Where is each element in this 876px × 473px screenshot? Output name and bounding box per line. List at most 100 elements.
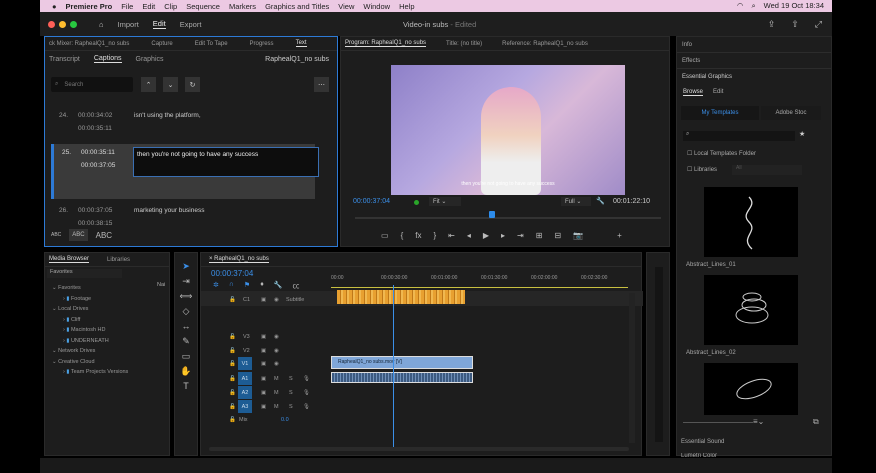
tree-item[interactable]: ⌄ Network Drives: [49, 346, 149, 357]
menu-file[interactable]: File: [121, 2, 133, 11]
caption-row[interactable]: 24. 00:00:34:02 00:00:35:11 isn't using the…: [51, 107, 315, 137]
search-icon[interactable]: ⌕: [751, 1, 755, 11]
pen-tool-icon[interactable]: ✎: [178, 336, 194, 350]
solo-button[interactable]: S: [289, 390, 293, 396]
menu-window[interactable]: Window: [363, 2, 390, 11]
section-effects[interactable]: Effects: [677, 53, 831, 69]
section-essential-graphics[interactable]: Essential Graphics: [677, 69, 831, 85]
wifi-icon[interactable]: ◠: [737, 1, 744, 11]
template-search-input[interactable]: ⌕: [683, 131, 795, 141]
refresh-icon[interactable]: ↻: [185, 77, 200, 92]
thumbnail-size-slider[interactable]: [683, 422, 753, 423]
hand-tool-icon[interactable]: ✋: [178, 366, 194, 380]
caption-text-input[interactable]: then you're not going to have any succes…: [133, 147, 319, 177]
video-frame[interactable]: then you're not going to have any succes…: [391, 65, 625, 195]
tab-sequence[interactable]: × RaphealQ1_no subs: [209, 256, 269, 263]
solo-button[interactable]: S: [289, 404, 293, 410]
overwrite-icon[interactable]: ⊟: [554, 231, 561, 240]
caption-row-selected[interactable]: 25. 00:00:35:11 00:00:37:05 then you're no…: [51, 144, 319, 199]
mic-icon[interactable]: 🎙: [303, 404, 310, 410]
tab-progress[interactable]: Progress: [250, 41, 274, 47]
nav-edit[interactable]: Edit: [152, 19, 166, 29]
tree-item[interactable]: › ▮ Cliff: [49, 315, 149, 326]
captions-icon[interactable]: ㏄: [292, 281, 299, 291]
fullscreen-icon[interactable]: ⤢: [815, 19, 822, 30]
zoom-dropdown[interactable]: Fit ⌄: [429, 197, 461, 206]
razor-tool-icon[interactable]: ◇: [178, 306, 194, 320]
mic-icon[interactable]: 🎙: [303, 376, 310, 382]
target-v1[interactable]: V1: [238, 357, 252, 370]
export-frame-icon[interactable]: 📷: [573, 231, 583, 240]
home-icon[interactable]: ⌂: [99, 20, 104, 29]
target-a1[interactable]: A1: [238, 372, 252, 385]
sync-icon[interactable]: ▣: [261, 297, 266, 303]
playhead-line[interactable]: [393, 285, 395, 450]
go-to-out-icon[interactable]: ⇥: [517, 231, 524, 240]
type-tool-icon[interactable]: T: [178, 381, 194, 395]
slip-tool-icon[interactable]: ↔: [178, 321, 194, 335]
minimize-window-button[interactable]: [59, 20, 66, 28]
target-a2[interactable]: A2: [238, 386, 252, 399]
location-dropdown[interactable]: Favorites: [47, 269, 122, 278]
menu-help[interactable]: Help: [399, 2, 414, 11]
template-thumbnail[interactable]: [704, 363, 798, 415]
tree-item[interactable]: › ▮ Macintosh HD: [49, 325, 149, 336]
close-window-button[interactable]: [48, 20, 55, 28]
tab-captions[interactable]: Captions: [93, 55, 122, 63]
tab-libraries[interactable]: Libraries: [107, 257, 130, 263]
nav-import[interactable]: Import: [118, 20, 139, 29]
eye-icon[interactable]: ◉: [274, 297, 279, 303]
section-essential-sound[interactable]: Essential Sound: [681, 439, 724, 445]
tab-title[interactable]: Title: (no title): [446, 41, 482, 47]
mute-button[interactable]: M: [274, 376, 279, 382]
audio-clip[interactable]: [331, 372, 473, 383]
insert-icon[interactable]: ⊞: [536, 231, 543, 240]
tree-item[interactable]: ⌄ Creative Cloud: [49, 357, 149, 368]
caption-row[interactable]: 26. 00:00:37:05 00:00:38:15 marketing your …: [51, 202, 315, 232]
nav-export[interactable]: Export: [180, 20, 202, 29]
local-templates-checkbox[interactable]: ☐ Local Templates Folder: [687, 150, 756, 157]
tab-text[interactable]: Text: [295, 40, 307, 47]
favorite-star-icon[interactable]: ★: [799, 130, 805, 138]
menu-app[interactable]: Premiere Pro: [66, 2, 113, 11]
target-a3[interactable]: A3: [238, 400, 252, 413]
sort-menu-icon[interactable]: ≡⌄: [753, 417, 764, 426]
solo-button[interactable]: S: [289, 376, 293, 382]
program-timecode[interactable]: 00:00:37:04: [353, 198, 390, 205]
caption-search-input[interactable]: ⌕ Search: [51, 77, 133, 92]
case-small-button[interactable]: ABC: [51, 232, 61, 238]
tab-audio-mixer[interactable]: ck Mixer: RaphealQ1_no subs: [49, 41, 129, 47]
selection-tool-icon[interactable]: ➤: [178, 261, 194, 275]
tab-graphics[interactable]: Graphics: [136, 56, 164, 63]
libraries-checkbox[interactable]: ☐ Libraries: [687, 166, 717, 173]
safe-margins-icon[interactable]: ▭: [381, 231, 389, 240]
mix-volume[interactable]: 0.0: [281, 417, 289, 423]
work-area-bar[interactable]: [331, 287, 628, 288]
snap-icon[interactable]: ∩: [229, 281, 234, 291]
case-medium-button[interactable]: ABC: [69, 229, 88, 241]
lock-icon[interactable]: 🔓: [229, 334, 236, 340]
menu-sequence[interactable]: Sequence: [186, 2, 220, 11]
tab-media-browser[interactable]: Media Browser: [49, 256, 90, 263]
settings-wrench-icon[interactable]: 🔧: [596, 197, 605, 205]
play-icon[interactable]: ▶: [483, 231, 489, 240]
tab-edit-to-tape[interactable]: Edit To Tape: [195, 41, 228, 47]
mark-out-icon[interactable]: }: [433, 231, 436, 240]
clock[interactable]: Wed 19 Oct 18:34: [764, 1, 824, 11]
track-select-tool-icon[interactable]: ⇥: [178, 276, 194, 290]
vertical-scrollbar[interactable]: [629, 293, 635, 443]
add-button-icon[interactable]: +: [617, 231, 622, 240]
lock-icon[interactable]: 🔓: [229, 297, 236, 303]
tab-reference[interactable]: Reference: RaphealQ1_no subs: [502, 41, 588, 47]
fx-icon[interactable]: fx: [415, 231, 421, 240]
next-button[interactable]: ⌄: [163, 77, 178, 92]
menu-markers[interactable]: Markers: [229, 2, 256, 11]
tab-program[interactable]: Program: RaphealQ1_no subs: [345, 40, 427, 47]
menu-view[interactable]: View: [338, 2, 354, 11]
eye-icon[interactable]: ◉: [274, 348, 279, 354]
mic-icon[interactable]: 🎙: [303, 390, 310, 396]
ripple-edit-tool-icon[interactable]: ⟺: [178, 291, 194, 305]
playhead-handle[interactable]: [489, 211, 495, 218]
nest-icon[interactable]: ✲: [213, 281, 219, 291]
case-large-button[interactable]: ABC: [96, 231, 112, 240]
